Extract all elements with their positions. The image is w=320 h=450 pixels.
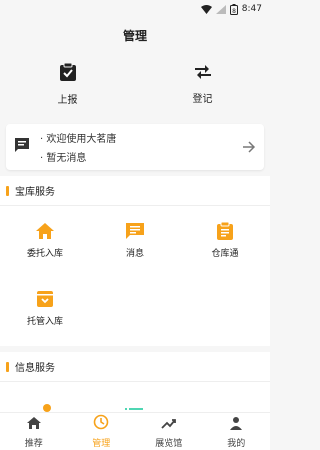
home-icon xyxy=(35,221,55,241)
person-icon xyxy=(229,415,243,434)
grid-item-custody-storage[interactable]: 托管入库 xyxy=(0,274,90,342)
section-header: 宝库服务 xyxy=(0,176,270,206)
bottom-nav: 推荐 管理 展览馆 我的 xyxy=(0,412,270,450)
grid-item-label: 消息 xyxy=(125,249,144,259)
nav-mine[interactable]: 我的 xyxy=(203,413,271,450)
grid-item-label: 仓库通 xyxy=(211,249,239,259)
service-grid: 委托入库 消息 仓库通 托管入库 xyxy=(0,206,270,342)
battery-icon: 8 xyxy=(229,3,238,15)
nav-label: 展览馆 xyxy=(155,438,183,449)
notice-line: · 欢迎使用大茗唐 xyxy=(40,134,117,145)
status-time: 8:47 xyxy=(241,4,262,14)
nav-label: 我的 xyxy=(227,438,246,449)
section-title: 信息服务 xyxy=(15,363,55,374)
nav-exhibition[interactable]: 展览馆 xyxy=(135,413,203,450)
wifi-icon xyxy=(200,4,212,14)
message-icon xyxy=(125,221,145,241)
home-icon xyxy=(26,415,42,434)
notice-card[interactable]: · 欢迎使用大茗唐 · 暂无消息 xyxy=(6,124,264,170)
clock-icon xyxy=(93,414,109,434)
message-icon xyxy=(14,137,30,157)
grid-item-warehouse-pass[interactable]: 仓库通 xyxy=(180,206,270,274)
quick-actions: 上报 登记 xyxy=(0,52,270,116)
battery-level: 8 xyxy=(232,8,236,15)
nav-recommend[interactable]: 推荐 xyxy=(0,413,68,450)
report-button[interactable]: 上报 xyxy=(0,52,135,116)
signal-icon xyxy=(215,4,226,14)
report-label: 上报 xyxy=(57,95,78,106)
grid-item-consign-storage[interactable]: 委托入库 xyxy=(0,206,90,274)
nav-label: 管理 xyxy=(92,439,111,449)
register-label: 登记 xyxy=(192,94,213,105)
info-grid-partial xyxy=(0,382,270,415)
section-title: 宝库服务 xyxy=(15,187,55,198)
grid-item-label: 托管入库 xyxy=(26,317,63,327)
section-warehouse-services: 宝库服务 委托入库 消息 仓库通 托管入库 xyxy=(0,176,270,346)
app-bar: 管理 xyxy=(0,18,270,52)
arrow-right-icon[interactable] xyxy=(242,138,256,157)
notice-line: · 暂无消息 xyxy=(40,153,87,164)
section-info-services: 信息服务 xyxy=(0,352,270,415)
clipboard-check-icon xyxy=(59,62,77,86)
section-accent-bar xyxy=(6,185,9,196)
nav-label: 推荐 xyxy=(24,438,43,449)
section-header: 信息服务 xyxy=(0,352,270,382)
trend-icon xyxy=(161,415,177,434)
status-bar: 8 8:47 xyxy=(0,0,270,18)
nav-manage[interactable]: 管理 xyxy=(68,413,136,450)
register-button[interactable]: 登记 xyxy=(135,52,270,116)
clipboard-icon xyxy=(215,221,235,241)
inbox-icon xyxy=(35,289,55,309)
section-accent-bar xyxy=(6,361,9,372)
page-title: 管理 xyxy=(122,28,147,43)
grid-item-messages[interactable]: 消息 xyxy=(90,206,180,274)
notice-lines: · 欢迎使用大茗唐 · 暂无消息 xyxy=(40,130,242,164)
grid-item-label: 委托入库 xyxy=(26,249,63,259)
swap-arrows-icon xyxy=(193,63,213,85)
